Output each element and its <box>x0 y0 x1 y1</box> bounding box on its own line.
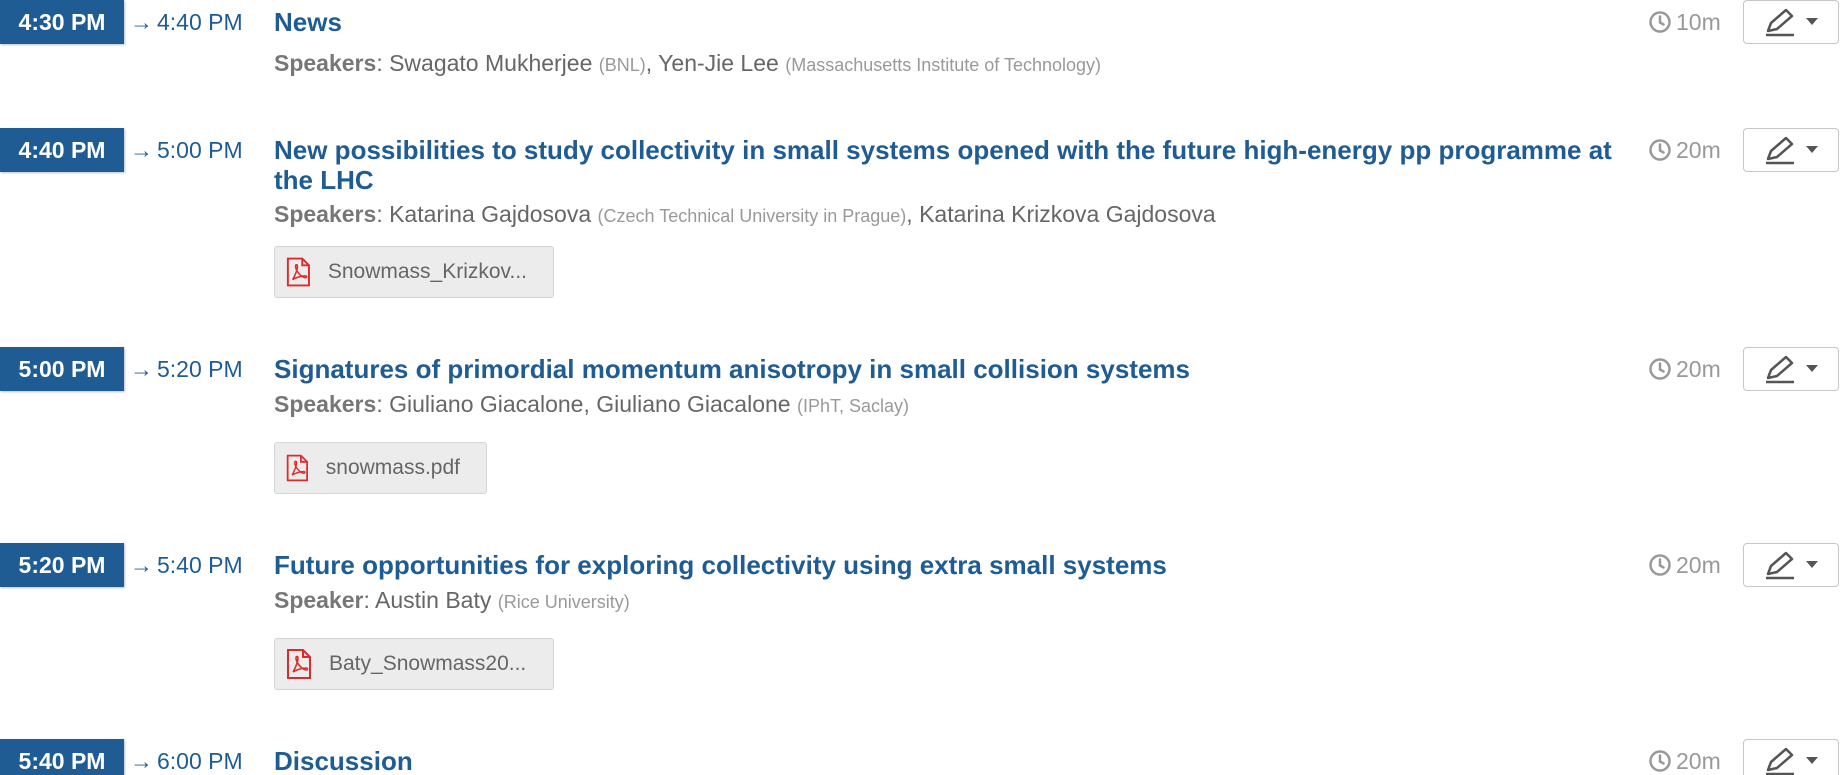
speaker-affiliation: (Massachusetts Institute of Technology) <box>785 55 1102 75</box>
duration-text: 20m <box>1676 748 1721 774</box>
speakers-label: Speakers <box>274 50 377 76</box>
pdf-file-icon <box>286 257 310 287</box>
duration: 20m <box>1648 347 1721 391</box>
timetable: 4:30 PM → 4:40 PM News Speakers: Swagato … <box>0 0 1841 775</box>
speakers-line: Speakers: Katarina Gajdosova (Czech Tech… <box>274 201 1216 227</box>
duration: 10m <box>1648 0 1721 44</box>
speaker-affiliation: (Czech Technical University in Prague) <box>597 206 907 226</box>
arrow: → <box>130 748 153 774</box>
attachment-filename: snowmass.pdf <box>325 456 460 479</box>
arrow: → <box>130 356 153 382</box>
speakers-line: Speakers: Giuliano Giacalone, Giuliano G… <box>274 391 909 417</box>
speaker-name: Giuliano Giacalone <box>389 391 584 417</box>
arrow: → <box>130 552 153 578</box>
speaker-name: Yen-Jie Lee <box>658 50 779 76</box>
contribution-title[interactable]: Future opportunities for exploring colle… <box>274 543 1624 580</box>
speaker-name: Katarina Krizkova Gajdosova <box>919 201 1216 227</box>
contribution-title[interactable]: New possibilities to study collectivity … <box>274 128 1624 195</box>
end-time: → 5:20 PM <box>130 347 243 391</box>
speaker-name: Giuliano Giacalone <box>596 391 791 417</box>
caret-down-icon <box>1806 365 1818 372</box>
end-time: → 5:00 PM <box>130 128 243 172</box>
start-time-badge: 4:40 PM <box>0 128 124 172</box>
pencil-icon <box>1766 136 1794 165</box>
speaker-name: Katarina Gajdosova <box>389 201 592 227</box>
duration: 20m <box>1648 739 1721 775</box>
start-time-badge: 4:30 PM <box>0 0 124 44</box>
contribution-title[interactable]: Discussion <box>274 739 1624 775</box>
attachment-button[interactable]: Baty_Snowmass20... <box>274 638 554 690</box>
speaker-name: Austin Baty <box>375 587 492 613</box>
end-time: → 6:00 PM <box>130 739 243 775</box>
speaker-affiliation: (IPhT, Saclay) <box>796 396 909 416</box>
end-time-text: 5:40 PM <box>157 552 243 578</box>
caret-down-icon <box>1806 18 1818 25</box>
end-time: → 5:40 PM <box>130 543 243 587</box>
edit-menu-button[interactable] <box>1743 128 1839 172</box>
duration: 20m <box>1648 543 1721 587</box>
speakers-label: Speakers <box>274 201 377 227</box>
attachment-filename: Baty_Snowmass20... <box>329 652 527 675</box>
caret-down-icon <box>1806 561 1818 568</box>
pdf-file-icon <box>286 454 308 482</box>
attachment-filename: Snowmass_Krizkov... <box>327 260 527 283</box>
speakers-line: Speaker: Austin Baty (Rice University) <box>274 587 630 613</box>
end-time-text: 4:40 PM <box>157 9 243 35</box>
pencil-icon <box>1766 355 1794 384</box>
start-time-badge: 5:20 PM <box>0 543 124 587</box>
end-time: → 4:40 PM <box>130 0 243 44</box>
edit-menu-button[interactable] <box>1743 0 1839 44</box>
duration-text: 10m <box>1676 9 1721 35</box>
speakers-line: Speakers: Swagato Mukherjee (BNL), Yen-J… <box>274 50 1102 76</box>
contribution-title[interactable]: News <box>274 0 1624 37</box>
edit-menu-button[interactable] <box>1743 347 1839 391</box>
edit-menu-button[interactable] <box>1743 739 1839 775</box>
speaker-affiliation: (Rice University) <box>497 592 630 612</box>
attachment-button[interactable]: Snowmass_Krizkov... <box>274 246 554 298</box>
duration-text: 20m <box>1676 137 1721 163</box>
attachment-button[interactable]: snowmass.pdf <box>274 442 487 494</box>
arrow: → <box>130 9 153 35</box>
speaker-affiliation: (BNL) <box>598 55 646 75</box>
end-time-text: 5:00 PM <box>157 137 243 163</box>
clock-icon <box>1649 554 1671 576</box>
start-time-badge: 5:40 PM <box>0 739 124 775</box>
caret-down-icon <box>1806 757 1818 764</box>
pencil-icon <box>1766 8 1794 37</box>
caret-down-icon <box>1806 146 1818 153</box>
end-time-text: 6:00 PM <box>157 748 243 774</box>
clock-icon <box>1649 11 1671 33</box>
start-time-badge: 5:00 PM <box>0 347 124 391</box>
duration-text: 20m <box>1676 552 1721 578</box>
duration-text: 20m <box>1676 356 1721 382</box>
arrow: → <box>130 137 153 163</box>
clock-icon <box>1649 358 1671 380</box>
speaker-name: Swagato Mukherjee <box>389 50 593 76</box>
duration: 20m <box>1648 128 1721 172</box>
end-time-text: 5:20 PM <box>157 356 243 382</box>
contribution-title[interactable]: Signatures of primordial momentum anisot… <box>274 347 1624 384</box>
pdf-file-icon <box>287 649 311 679</box>
pencil-icon <box>1766 747 1794 775</box>
edit-menu-button[interactable] <box>1743 543 1839 587</box>
pencil-icon <box>1766 551 1794 580</box>
speakers-label: Speakers <box>274 391 377 417</box>
clock-icon <box>1649 750 1671 772</box>
speakers-label: Speaker <box>274 587 364 613</box>
clock-icon <box>1649 139 1671 161</box>
